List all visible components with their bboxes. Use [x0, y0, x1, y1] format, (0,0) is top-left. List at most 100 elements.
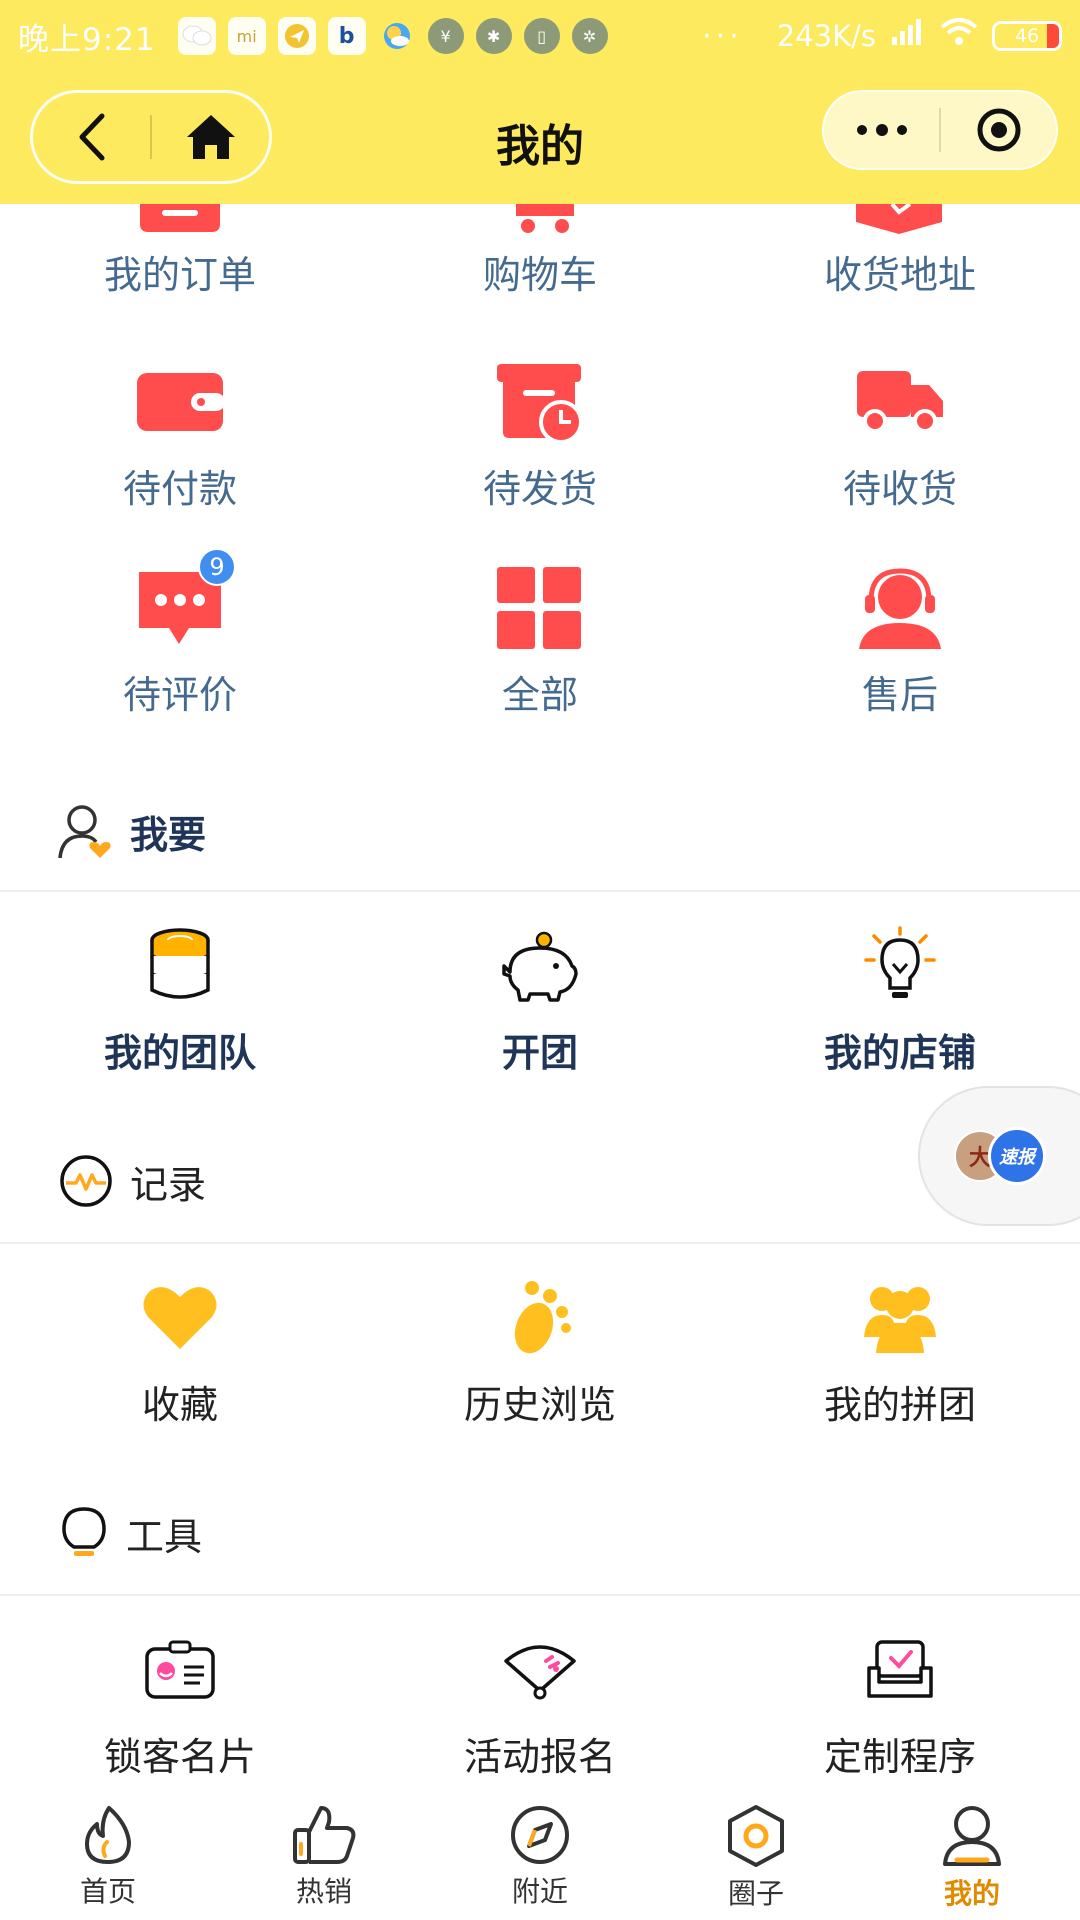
- more-options-button[interactable]: [824, 92, 939, 168]
- network-speed: 243K/s: [776, 19, 876, 53]
- want-section-header: 我要: [0, 786, 1080, 876]
- more-dots-icon: [856, 124, 907, 136]
- my-team-item[interactable]: 我的团队: [0, 916, 360, 1077]
- after-sales-item[interactable]: 售后: [720, 558, 1080, 719]
- wallet-icon: [137, 373, 225, 431]
- records-section-header: 记录: [0, 1136, 1080, 1226]
- wifi-icon: [940, 17, 978, 55]
- my-groups-label: 我的拼团: [823, 1383, 976, 1427]
- divider: [0, 1594, 1080, 1596]
- target-circle-icon: [977, 108, 1020, 152]
- business-card-item[interactable]: 锁客名片: [0, 1620, 360, 1781]
- tools-section-header: 工具: [0, 1488, 1080, 1578]
- pending-review-item[interactable]: 9 待评价: [0, 548, 360, 719]
- grid-icon: [497, 567, 581, 649]
- favorites-label: 收藏: [141, 1383, 218, 1427]
- records-section-title: 记录: [130, 1162, 207, 1207]
- pending-payment-item[interactable]: 待付款: [0, 352, 360, 513]
- want-row: 我的团队 开团 我的店铺: [0, 916, 1080, 1077]
- event-signup-item[interactable]: 活动报名: [360, 1620, 720, 1781]
- my-store-label: 我的店铺: [823, 1031, 976, 1075]
- bank-app-icon-1: ¥: [427, 18, 464, 54]
- custom-program-item[interactable]: 定制程序: [720, 1620, 1080, 1781]
- status-time: 晚上9:21: [18, 21, 156, 58]
- records-row: 收藏 历史浏览 我的拼团: [0, 1268, 1080, 1429]
- pending-receipt-label: 待收货: [842, 467, 957, 511]
- tab-circle-label: 圈子: [727, 1877, 784, 1910]
- tab-nearby[interactable]: 附近: [432, 1786, 648, 1920]
- bulb-outline-icon: [62, 1507, 106, 1556]
- divider: [0, 1242, 1080, 1244]
- pending-review-label: 待评价: [122, 673, 237, 717]
- tab-circle[interactable]: 圈子: [648, 1786, 864, 1920]
- heart-icon: [143, 1287, 217, 1349]
- sofa-icon: [867, 1640, 933, 1698]
- my-store-item[interactable]: 我的店铺: [720, 916, 1080, 1077]
- tab-home[interactable]: 首页: [0, 1786, 216, 1920]
- activity-circle-icon: [60, 1155, 112, 1207]
- coin-stack-icon: [150, 928, 210, 999]
- bank-app-icon-2: ✱: [475, 18, 512, 54]
- weather-app-icon: [378, 17, 416, 55]
- pending-shipment-item[interactable]: 待发货: [360, 352, 720, 513]
- close-mini-program-button[interactable]: [941, 92, 1056, 168]
- person-icon: [943, 1806, 1001, 1866]
- piggy-bank-icon: [502, 931, 578, 1002]
- notification-icons: mi b ¥ ✱ ▯ ✲: [177, 17, 608, 55]
- cart-label: 购物车: [482, 253, 597, 297]
- review-count-badge: 9: [198, 548, 236, 586]
- address-icon: [856, 204, 942, 234]
- my-team-label: 我的团队: [103, 1031, 256, 1075]
- start-group-item[interactable]: 开团: [360, 916, 720, 1077]
- user-heart-icon: [58, 805, 111, 859]
- b-app-icon: b: [327, 17, 366, 55]
- tab-hot[interactable]: 热销: [216, 1786, 432, 1920]
- pending-shipment-label: 待发货: [482, 467, 597, 511]
- all-orders-label: 全部: [501, 673, 578, 717]
- battery-indicator: 46: [992, 21, 1062, 51]
- lightbulb-icon: [864, 926, 936, 998]
- bottom-tab-bar: 首页 热销 附近 圈子 我的: [0, 1786, 1080, 1920]
- my-groups-item[interactable]: 我的拼团: [720, 1268, 1080, 1429]
- thumbs-up-icon: [293, 1806, 356, 1864]
- compass-icon: [511, 1806, 569, 1864]
- truck-icon: [857, 371, 943, 433]
- more-notifications-icon: ···: [702, 18, 743, 54]
- tab-nearby-label: 附近: [511, 1875, 568, 1908]
- signal-icon: [890, 17, 926, 55]
- card-icon: [145, 1640, 215, 1699]
- history-item[interactable]: 历史浏览: [360, 1268, 720, 1429]
- battery-level: 46: [1014, 25, 1040, 47]
- flame-icon: [85, 1806, 131, 1864]
- event-signup-label: 活动报名: [463, 1735, 616, 1779]
- tools-section-title: 工具: [126, 1514, 203, 1559]
- bank-app-icon-4: ✲: [571, 18, 608, 54]
- fan-icon: [504, 1645, 576, 1700]
- custom-program-label: 定制程序: [823, 1735, 976, 1779]
- box-clock-icon: [497, 364, 583, 444]
- favorites-item[interactable]: 收藏: [0, 1268, 360, 1429]
- tab-home-label: 首页: [79, 1875, 136, 1908]
- mini-program-capsule: [822, 90, 1058, 170]
- start-group-label: 开团: [501, 1031, 578, 1075]
- plane-app-icon: [277, 17, 316, 55]
- headset-icon: [859, 568, 941, 649]
- business-card-label: 锁客名片: [103, 1735, 256, 1779]
- group-icon: [864, 1287, 936, 1353]
- after-sales-label: 售后: [861, 673, 938, 717]
- wechat-icon: [177, 17, 216, 55]
- hexagon-icon: [728, 1805, 784, 1867]
- all-orders-item[interactable]: 全部: [360, 558, 720, 719]
- footprint-icon: [514, 1281, 571, 1354]
- pending-payment-label: 待付款: [122, 467, 237, 511]
- my-orders-label: 我的订单: [103, 253, 256, 297]
- tools-row: 锁客名片 活动报名 定制程序: [0, 1620, 1080, 1781]
- history-label: 历史浏览: [463, 1383, 616, 1427]
- divider: [0, 890, 1080, 892]
- cart-icon: [516, 204, 574, 233]
- pending-receipt-item[interactable]: 待收货: [720, 352, 1080, 513]
- orders-row-2: 待付款 待发货 待收货: [0, 352, 1080, 513]
- tab-mine[interactable]: 我的: [864, 1786, 1080, 1920]
- address-label: 收货地址: [823, 253, 976, 297]
- tab-mine-label: 我的: [943, 1877, 1000, 1910]
